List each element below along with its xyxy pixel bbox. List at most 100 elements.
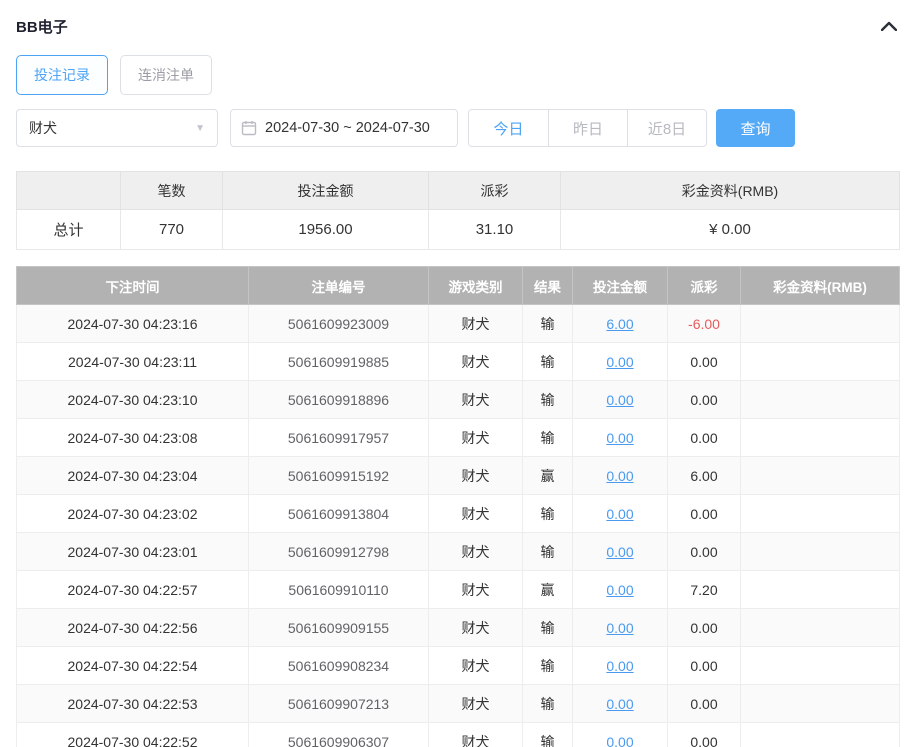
bonus-cell <box>741 647 900 685</box>
bonus-cell <box>741 457 900 495</box>
bet-amount-link[interactable]: 0.00 <box>606 430 633 446</box>
payout-cell: 0.00 <box>668 343 741 381</box>
table-row: 2024-07-30 04:22:525061609906307财犬输0.000… <box>17 723 900 747</box>
quick-filter-last8days[interactable]: 近8日 <box>627 110 706 146</box>
table-row: 2024-07-30 04:23:015061609912798财犬输0.000… <box>17 533 900 571</box>
bet-amount-link[interactable]: 0.00 <box>606 620 633 636</box>
summary-total-payout: 31.10 <box>429 210 561 250</box>
bet-amount-link[interactable]: 6.00 <box>606 316 633 332</box>
records-header-row: 下注时间 注单编号 游戏类别 结果 投注金额 派彩 彩金资料(RMB) <box>17 267 900 305</box>
col-header-bet-amount: 投注金额 <box>573 267 668 305</box>
table-row: 2024-07-30 04:22:575061609910110财犬赢0.007… <box>17 571 900 609</box>
order-number-cell: 5061609915192 <box>249 457 429 495</box>
result-cell: 输 <box>523 305 573 343</box>
order-number-cell: 5061609918896 <box>249 381 429 419</box>
table-row: 2024-07-30 04:23:115061609919885财犬输0.000… <box>17 343 900 381</box>
tab-cancelled-orders[interactable]: 连消注单 <box>120 55 212 95</box>
payout-cell: 0.00 <box>668 381 741 419</box>
game-type-cell: 财犬 <box>429 571 523 609</box>
col-header-bonus: 彩金资料(RMB) <box>741 267 900 305</box>
chevron-up-icon[interactable] <box>878 15 900 37</box>
calendar-icon <box>241 120 257 136</box>
bet-amount-cell: 0.00 <box>573 647 668 685</box>
col-header-bet-time: 下注时间 <box>17 267 249 305</box>
bet-amount-link[interactable]: 0.00 <box>606 468 633 484</box>
bet-amount-cell: 0.00 <box>573 685 668 723</box>
game-type-cell: 财犬 <box>429 723 523 747</box>
summary-header-bonus: 彩金资料(RMB) <box>561 172 900 210</box>
payout-cell: 6.00 <box>668 457 741 495</box>
bet-amount-cell: 0.00 <box>573 457 668 495</box>
summary-total-count: 770 <box>121 210 223 250</box>
game-type-cell: 财犬 <box>429 343 523 381</box>
bet-amount-link[interactable]: 0.00 <box>606 696 633 712</box>
payout-cell: 0.00 <box>668 685 741 723</box>
bet-time-cell: 2024-07-30 04:22:52 <box>17 723 249 747</box>
summary-total-bet-amount: 1956.00 <box>223 210 429 250</box>
result-cell: 输 <box>523 609 573 647</box>
result-cell: 输 <box>523 495 573 533</box>
table-row: 2024-07-30 04:23:105061609918896财犬输0.000… <box>17 381 900 419</box>
game-type-cell: 财犬 <box>429 457 523 495</box>
summary-total-bonus: ¥ 0.00 <box>561 210 900 250</box>
table-row: 2024-07-30 04:22:535061609907213财犬输0.000… <box>17 685 900 723</box>
bet-amount-cell: 0.00 <box>573 343 668 381</box>
bet-time-cell: 2024-07-30 04:23:16 <box>17 305 249 343</box>
bet-amount-link[interactable]: 0.00 <box>606 354 633 370</box>
summary-header-blank <box>17 172 121 210</box>
bet-amount-cell: 0.00 <box>573 723 668 747</box>
payout-cell: 0.00 <box>668 495 741 533</box>
result-cell: 输 <box>523 647 573 685</box>
order-number-cell: 5061609913804 <box>249 495 429 533</box>
bet-amount-cell: 0.00 <box>573 533 668 571</box>
order-number-cell: 5061609912798 <box>249 533 429 571</box>
bet-amount-link[interactable]: 0.00 <box>606 392 633 408</box>
quick-date-group: 今日 昨日 近8日 <box>468 109 707 147</box>
payout-cell: -6.00 <box>668 305 741 343</box>
table-row: 2024-07-30 04:22:545061609908234财犬输0.000… <box>17 647 900 685</box>
table-row: 2024-07-30 04:23:085061609917957财犬输0.000… <box>17 419 900 457</box>
result-cell: 输 <box>523 533 573 571</box>
tab-bar: 投注记录 连消注单 <box>16 55 900 95</box>
page-title: BB电子 <box>16 16 68 37</box>
table-row: 2024-07-30 04:23:045061609915192财犬赢0.006… <box>17 457 900 495</box>
bet-amount-cell: 0.00 <box>573 609 668 647</box>
col-header-payout: 派彩 <box>668 267 741 305</box>
tab-betting-records[interactable]: 投注记录 <box>16 55 108 95</box>
bet-time-cell: 2024-07-30 04:22:56 <box>17 609 249 647</box>
chevron-down-icon: ▼ <box>195 123 205 134</box>
bonus-cell <box>741 381 900 419</box>
summary-table: 笔数 投注金额 派彩 彩金资料(RMB) 总计 770 1956.00 31.1… <box>16 171 900 250</box>
table-row: 2024-07-30 04:23:165061609923009财犬输6.00-… <box>17 305 900 343</box>
bet-time-cell: 2024-07-30 04:22:57 <box>17 571 249 609</box>
quick-filter-yesterday[interactable]: 昨日 <box>548 110 627 146</box>
bet-amount-link[interactable]: 0.00 <box>606 506 633 522</box>
bet-amount-link[interactable]: 0.00 <box>606 658 633 674</box>
result-cell: 输 <box>523 343 573 381</box>
bonus-cell <box>741 419 900 457</box>
bet-time-cell: 2024-07-30 04:22:54 <box>17 647 249 685</box>
bet-amount-link[interactable]: 0.00 <box>606 582 633 598</box>
bet-time-cell: 2024-07-30 04:23:04 <box>17 457 249 495</box>
query-button[interactable]: 查询 <box>716 109 795 147</box>
quick-filter-today[interactable]: 今日 <box>469 110 548 146</box>
bet-amount-link[interactable]: 0.00 <box>606 734 633 747</box>
bonus-cell <box>741 609 900 647</box>
game-type-cell: 财犬 <box>429 419 523 457</box>
game-type-cell: 财犬 <box>429 495 523 533</box>
result-cell: 输 <box>523 685 573 723</box>
game-type-cell: 财犬 <box>429 609 523 647</box>
bet-amount-link[interactable]: 0.00 <box>606 544 633 560</box>
bet-time-cell: 2024-07-30 04:23:02 <box>17 495 249 533</box>
result-cell: 输 <box>523 381 573 419</box>
bet-time-cell: 2024-07-30 04:22:53 <box>17 685 249 723</box>
game-type-cell: 财犬 <box>429 647 523 685</box>
bonus-cell <box>741 495 900 533</box>
bet-amount-cell: 0.00 <box>573 381 668 419</box>
payout-cell: 0.00 <box>668 723 741 747</box>
bonus-cell <box>741 305 900 343</box>
summary-header-count: 笔数 <box>121 172 223 210</box>
result-cell: 输 <box>523 723 573 747</box>
date-range-picker[interactable]: 2024-07-30 ~ 2024-07-30 <box>230 109 458 147</box>
game-select[interactable]: 财犬 ▼ <box>16 109 218 147</box>
